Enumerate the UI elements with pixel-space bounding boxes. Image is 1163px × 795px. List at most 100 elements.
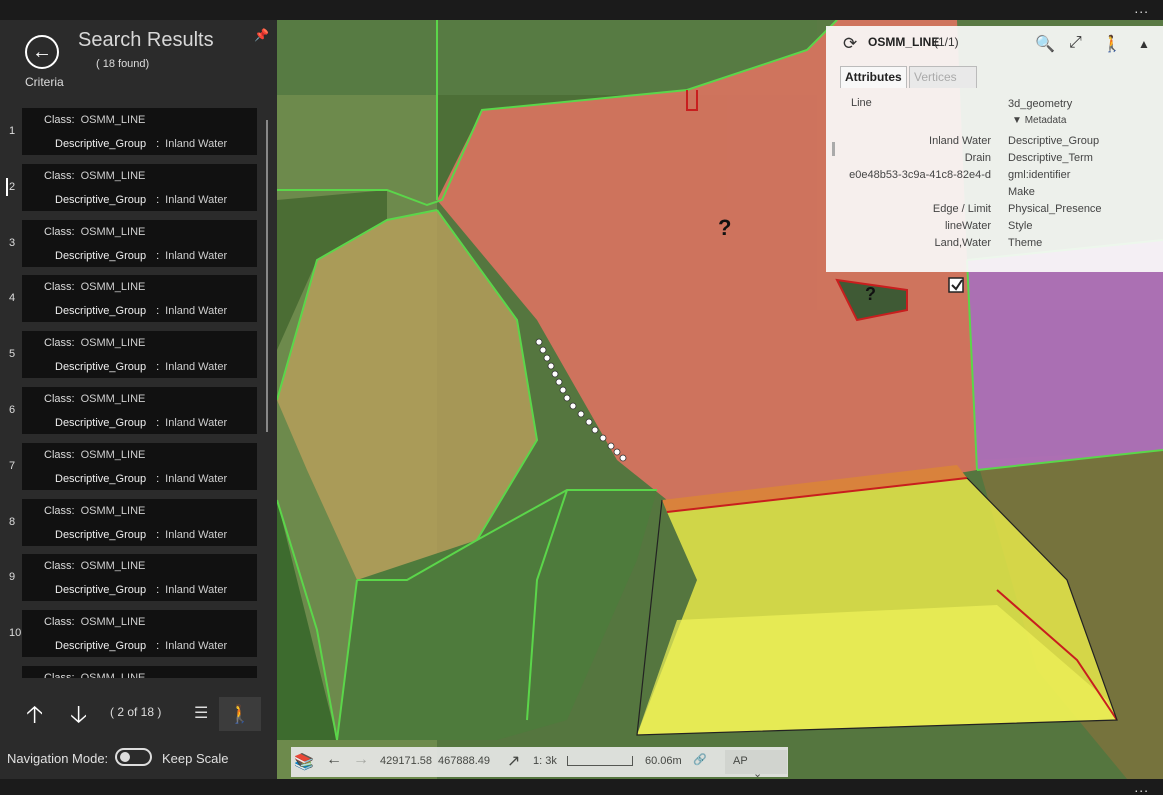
result-class: Class: OSMM_LINE — [44, 337, 145, 349]
panel-drag-handle[interactable] — [832, 142, 835, 156]
result-class: Class: OSMM_LINE — [44, 114, 145, 126]
back-arrow-icon[interactable]: ← — [326, 751, 342, 769]
up-arrow-icon[interactable]: 🡡 — [26, 697, 43, 738]
group-separator: : — [156, 249, 160, 262]
group-value: Inland Water — [165, 640, 228, 653]
menu-dots-icon[interactable]: ... — [1134, 0, 1149, 16]
link-icon[interactable]: 🔗 — [693, 753, 707, 766]
results-scrollbar[interactable] — [266, 120, 268, 432]
class-value: OSMM_LINE — [80, 504, 146, 517]
scale-distance: 60.06m — [645, 755, 682, 767]
result-group: Descriptive_Group: Inland Water — [55, 529, 227, 541]
navigation-mode-toggle[interactable] — [115, 748, 152, 766]
group-value: Inland Water — [165, 249, 228, 262]
metadata-toggle[interactable]: ▼ Metadata — [1012, 115, 1066, 126]
result-group: Descriptive_Group: Inland Water — [55, 640, 227, 652]
list-item[interactable]: 2 Class: OSMM_LINE Descriptive_Group: Inland… — [6, 163, 257, 211]
group-separator: : — [156, 472, 160, 485]
collapse-panel-icon[interactable]: ▲ — [1138, 37, 1150, 51]
class-label: Class: — [44, 337, 75, 350]
list-item[interactable]: 1 Class: OSMM_LINE Descriptive_Group: Inland… — [9, 108, 257, 155]
group-value: Inland Water — [165, 361, 228, 374]
forward-arrow-icon[interactable]: → — [353, 751, 369, 769]
pin-icon[interactable]: 📌 — [254, 28, 269, 42]
group-label: Descriptive_Group — [55, 193, 147, 206]
group-label: Descriptive_Group — [55, 528, 147, 541]
result-group: Descriptive_Group: Inland Water — [55, 138, 227, 150]
list-item[interactable]: 4 Class: OSMM_LINE Descriptive_Group: Inland… — [9, 275, 257, 323]
attr-value: Land,Water — [934, 237, 991, 249]
back-arrow-icon[interactable]: ← — [25, 35, 59, 69]
y-coordinate: 467888.49 — [438, 755, 490, 767]
layer-value: AP — [733, 755, 748, 767]
result-group: Descriptive_Group: Inland Water — [55, 250, 227, 262]
library-icon[interactable]: 📚 — [294, 752, 314, 772]
list-item[interactable]: 3 Class: OSMM_LINE Descriptive_Group: Inland… — [9, 219, 257, 267]
map-scale: 1: 3k — [533, 755, 557, 767]
unknown-marker[interactable]: ? — [865, 284, 876, 305]
group-separator: : — [156, 584, 160, 597]
tab-vertices[interactable]: Vertices — [909, 66, 977, 88]
class-label: Class: — [44, 169, 75, 182]
result-number: 4 — [9, 292, 16, 305]
group-value: Inland Water — [165, 416, 228, 429]
list-item[interactable]: 7 Class: OSMM_LINE Descriptive_Group: Inland… — [9, 442, 257, 490]
group-value: Inland Water — [165, 584, 228, 597]
class-value: OSMM_LINE — [80, 337, 146, 350]
attr-label: Theme — [1008, 237, 1043, 249]
class-value: OSMM_LINE — [80, 225, 146, 238]
class-label: Class: — [44, 671, 75, 678]
group-value: Inland Water — [165, 305, 228, 318]
list-item[interactable]: Class: OSMM_LINE — [22, 665, 257, 678]
unknown-marker[interactable]: ? — [718, 215, 731, 241]
tab-attributes[interactable]: Attributes — [840, 66, 907, 88]
group-value: Inland Water — [165, 472, 228, 485]
result-group: Descriptive_Group: Inland Water — [55, 417, 227, 429]
group-separator: : — [156, 361, 160, 374]
collapse-icon[interactable]: ⤢ — [1069, 34, 1082, 52]
map-status-bar: 📚 ← → 429171.58 467888.49 ↗ 1: 3k 60.06m… — [291, 747, 788, 780]
zoom-in-icon[interactable]: 🔍 — [1035, 34, 1055, 54]
bottom-bar: ... — [0, 779, 1163, 795]
class-label: Class: — [44, 114, 75, 126]
class-value: OSMM_LINE — [80, 114, 146, 126]
class-value: OSMM_LINE — [80, 671, 146, 678]
result-number: 7 — [9, 459, 16, 472]
navigation-mode-label: Navigation Mode: — [7, 751, 109, 766]
result-number: 9 — [9, 571, 16, 584]
result-number: 10 — [9, 627, 22, 640]
north-arrow-icon[interactable]: ↗ — [507, 751, 520, 771]
list-item[interactable]: 5 Class: OSMM_LINE Descriptive_Group: Inland… — [9, 331, 257, 379]
feature-refresh-icon[interactable]: ⟳ — [843, 34, 857, 54]
list-item[interactable]: 10 Class: OSMM_LINE Descriptive_Group: Inlan… — [9, 610, 257, 658]
scale-bar — [567, 756, 633, 766]
list-item[interactable]: 8 Class: OSMM_LINE Descriptive_Group: Inland… — [9, 498, 257, 546]
results-list: 1 Class: OSMM_LINE Descriptive_Group: Inland… — [6, 108, 264, 678]
layer-dropdown[interactable]: AP ⌄ — [725, 750, 787, 780]
selection-indicator — [6, 177, 8, 196]
result-class: Class: OSMM_LINE — [44, 505, 145, 517]
group-value: Inland Water — [165, 528, 228, 541]
class-value: OSMM_LINE — [80, 560, 146, 573]
list-item[interactable]: 9 Class: OSMM_LINE Descriptive_Group: Inland… — [9, 554, 257, 602]
walk-icon[interactable]: 🚶 — [219, 697, 261, 731]
result-class: Class: OSMM_LINE — [44, 672, 145, 678]
result-number: 3 — [9, 236, 16, 249]
group-label: Descriptive_Group — [55, 361, 147, 374]
group-separator: : — [156, 528, 160, 541]
list-item[interactable]: 6 Class: OSMM_LINE Descriptive_Group: Inland… — [9, 386, 257, 434]
search-results-panel: ← Criteria Search Results ( 18 found) 📌 … — [0, 20, 277, 779]
down-arrow-icon[interactable]: 🡣 — [70, 697, 87, 738]
menu-dots-icon[interactable]: ... — [1134, 779, 1149, 795]
checklist-icon[interactable]: ☰ — [194, 703, 208, 723]
result-group: Descriptive_Group: Inland Water — [55, 361, 227, 373]
group-value: Inland Water — [165, 193, 228, 206]
class-label: Class: — [44, 392, 75, 405]
criteria-label[interactable]: Criteria — [25, 75, 64, 89]
group-label: Descriptive_Group — [55, 138, 147, 150]
result-group: Descriptive_Group: Inland Water — [55, 473, 227, 485]
result-class: Class: OSMM_LINE — [44, 170, 145, 182]
walk-icon[interactable]: 🚶 — [1102, 34, 1122, 54]
result-group: Descriptive_Group: Inland Water — [55, 305, 227, 317]
group-label: Descriptive_Group — [55, 640, 147, 653]
